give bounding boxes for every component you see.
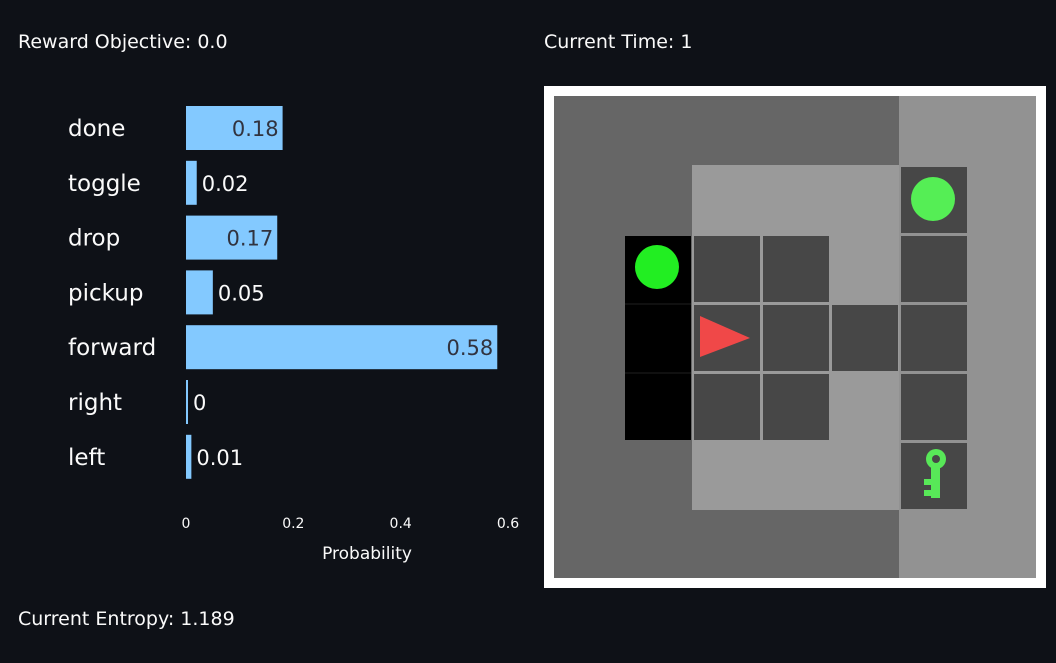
category-label-done: done — [68, 116, 125, 142]
current-entropy-label: Current Entropy: 1.189 — [18, 608, 235, 630]
green-ball-icon — [911, 177, 955, 221]
grid-cell — [763, 374, 829, 440]
x-tick-label: 0 — [182, 516, 191, 532]
grid-cell — [694, 236, 760, 302]
value-label-right: 0 — [193, 391, 206, 415]
value-label-done: 0.18 — [232, 117, 279, 141]
x-tick-label: 0.2 — [282, 516, 304, 532]
x-axis-title: Probability — [322, 544, 412, 564]
x-tick-label: 0.4 — [390, 516, 412, 532]
current-time-label: Current Time: 1 — [544, 31, 693, 53]
category-label-right: right — [68, 390, 122, 416]
grid-cell — [901, 374, 967, 440]
category-label-forward: forward — [68, 335, 156, 361]
action-probability-chart: done 0.18 toggle 0.02 drop 0.17 pickup 0.05 forw… — [68, 106, 519, 564]
key-hole — [932, 455, 940, 463]
category-label-drop: drop — [68, 226, 120, 252]
value-label-forward: 0.58 — [447, 336, 494, 360]
value-label-pickup: 0.05 — [218, 281, 265, 305]
grid-cell — [901, 305, 967, 371]
grid-cell — [901, 236, 967, 302]
grid-cell — [763, 305, 829, 371]
x-tick-label: 0.6 — [497, 516, 519, 532]
gridworld-view — [544, 86, 1046, 588]
bar-pickup — [186, 270, 213, 315]
bar-toggle — [186, 160, 197, 205]
category-label-pickup: pickup — [68, 280, 143, 306]
reward-objective-label: Reward Objective: 0.0 — [18, 31, 228, 53]
grid-cell — [694, 374, 760, 440]
category-label-left: left — [68, 445, 105, 471]
value-label-left: 0.01 — [196, 446, 243, 470]
grid-cell — [832, 305, 898, 371]
bar-left — [186, 434, 192, 479]
green-ball-icon — [635, 245, 679, 289]
category-label-toggle: toggle — [68, 171, 141, 197]
grid-cell — [763, 236, 829, 302]
value-label-toggle: 0.02 — [202, 172, 249, 196]
bar-right — [186, 380, 188, 424]
value-label-drop: 0.17 — [226, 227, 273, 251]
